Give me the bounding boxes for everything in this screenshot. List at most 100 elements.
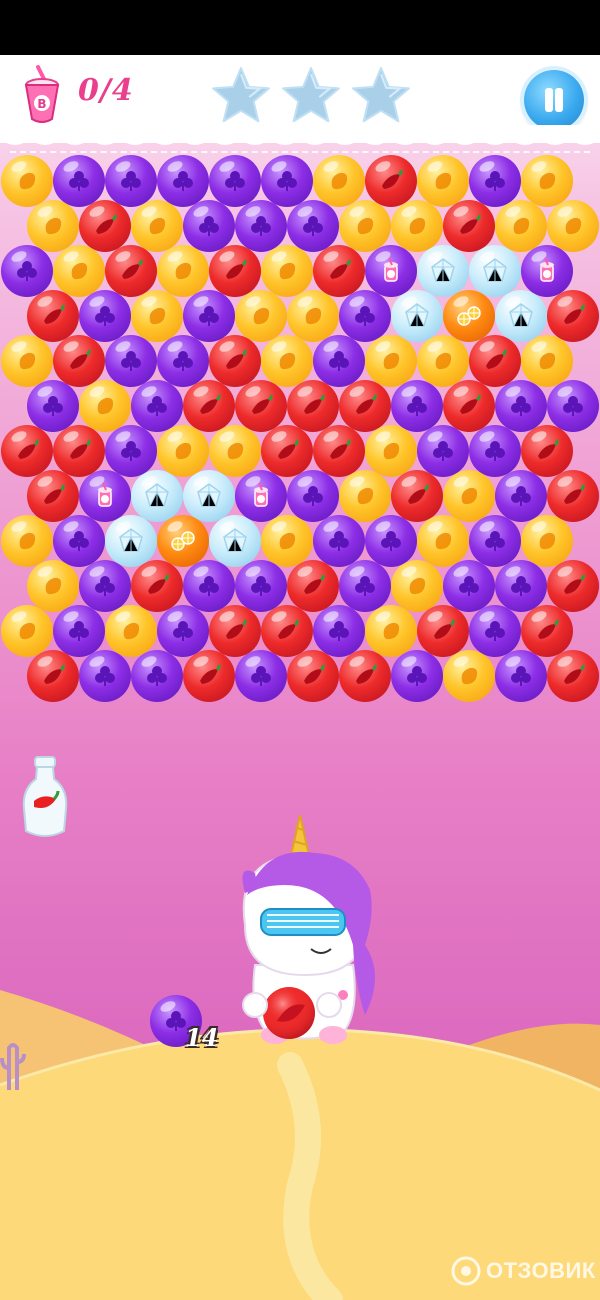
red-chili-bubble: [313, 245, 365, 297]
purple-clover-bubble: [469, 605, 521, 657]
yellow-bubble: [339, 470, 391, 522]
purple-clover-bubble: [183, 200, 235, 252]
purple-clover-bubble: [495, 560, 547, 612]
yellow-bubble: [1, 155, 53, 207]
purple-clover-bubble: [313, 605, 365, 657]
red-chili-bubble: [183, 380, 235, 432]
red-chili-bubble: [391, 470, 443, 522]
purple-clover-bubble: [79, 560, 131, 612]
yellow-bubble: [157, 245, 209, 297]
yellow-bubble: [105, 605, 157, 657]
purple-clover-bubble: [183, 290, 235, 342]
pause-icon: [545, 88, 553, 112]
purple-clover-bubble: [1, 245, 53, 297]
purple-clover-bubble: [209, 155, 261, 207]
purple-clover-bubble: [79, 290, 131, 342]
yellow-bubble: [1, 605, 53, 657]
yellow-bubble: [521, 155, 573, 207]
otzovik-logo-icon: [451, 1256, 481, 1286]
bubble-grid: [0, 55, 600, 775]
red-chili-bubble: [339, 650, 391, 702]
yellow-bubble: [365, 425, 417, 477]
red-chili-bubble: [443, 380, 495, 432]
yellow-bubble: [417, 515, 469, 567]
ice-crystal-bubble: [183, 470, 235, 522]
red-chili-bubble: [235, 380, 287, 432]
purple-clover-bubble: [287, 200, 339, 252]
watermark: ОТЗОВИК: [450, 1255, 596, 1287]
pause-icon: [555, 88, 563, 112]
red-chili-bubble: [469, 335, 521, 387]
red-chili-bubble: [27, 650, 79, 702]
purple-clover-bubble: [235, 200, 287, 252]
purple-clover-bubble: [183, 560, 235, 612]
yellow-bubble: [313, 155, 365, 207]
purple-clover-bubble: [313, 335, 365, 387]
purple-clover-bubble: [469, 515, 521, 567]
yellow-bubble: [53, 245, 105, 297]
red-chili-bubble: [131, 560, 183, 612]
star-icon: [212, 67, 270, 123]
purple-clover-bubble: [339, 290, 391, 342]
yellow-bubble: [261, 245, 313, 297]
orange-bomb-bubble: [157, 515, 209, 567]
purple-clover-bubble: [417, 425, 469, 477]
red-chili-bubble: [547, 290, 599, 342]
yellow-bubble: [131, 200, 183, 252]
ice-crystal-bubble: [105, 515, 157, 567]
purple-clover-bubble: [495, 380, 547, 432]
yellow-bubble: [287, 290, 339, 342]
yellow-bubble: [27, 560, 79, 612]
purple-clover-bubble: [157, 155, 209, 207]
game-screen: B 0/4 14 ОТЗОВИК: [0, 55, 600, 1300]
ice-crystal-bubble: [391, 290, 443, 342]
star-rating: [210, 65, 420, 127]
red-chili-bubble: [521, 425, 573, 477]
red-chili-bubble: [183, 650, 235, 702]
purple-clover-bubble: [157, 335, 209, 387]
pause-button[interactable]: [524, 70, 584, 130]
yellow-bubble: [495, 200, 547, 252]
yellow-bubble: [339, 200, 391, 252]
yellow-bubble: [209, 425, 261, 477]
purple-clover-bubble: [53, 605, 105, 657]
milk-bottle-chili-icon[interactable]: [18, 755, 72, 841]
red-chili-bubble: [365, 155, 417, 207]
yellow-bubble: [1, 335, 53, 387]
yellow-bubble: [391, 560, 443, 612]
cactus-icon: [0, 1043, 26, 1090]
yellow-bubble: [365, 335, 417, 387]
yellow-bubble: [443, 650, 495, 702]
purple-clover-bubble: [131, 650, 183, 702]
ice-crystal-bubble: [469, 245, 521, 297]
milkshake-cup-icon: B: [24, 65, 60, 123]
red-chili-bubble: [313, 425, 365, 477]
unicorn-with-sunglasses-icon[interactable]: [225, 815, 385, 1060]
red-chili-bubble: [209, 605, 261, 657]
red-chili-bubble: [547, 560, 599, 612]
purple-clover-bubble: [261, 155, 313, 207]
red-chili-bubble: [209, 245, 261, 297]
purple-clover-bubble: [27, 380, 79, 432]
purple-clover-bubble: [391, 650, 443, 702]
red-chili-bubble: [261, 425, 313, 477]
red-chili-bubble: [261, 605, 313, 657]
purple-clover-bubble: [53, 155, 105, 207]
purple-clover-bubble: [157, 605, 209, 657]
yellow-bubble: [157, 425, 209, 477]
yellow-bubble: [261, 335, 313, 387]
purple-clover-bubble: [53, 515, 105, 567]
red-chili-bubble: [417, 605, 469, 657]
red-chili-bubble: [287, 380, 339, 432]
yellow-bubble: [521, 335, 573, 387]
purple-clover-bubble: [287, 470, 339, 522]
red-chili-bubble: [27, 470, 79, 522]
goal-counter: 0/4: [78, 73, 134, 108]
yellow-bubble: [443, 470, 495, 522]
yellow-bubble: [391, 200, 443, 252]
yellow-bubble: [547, 200, 599, 252]
milkshake-goal-bubble: [365, 245, 417, 297]
ice-crystal-bubble: [417, 245, 469, 297]
purple-clover-bubble: [469, 425, 521, 477]
purple-clover-bubble: [235, 650, 287, 702]
